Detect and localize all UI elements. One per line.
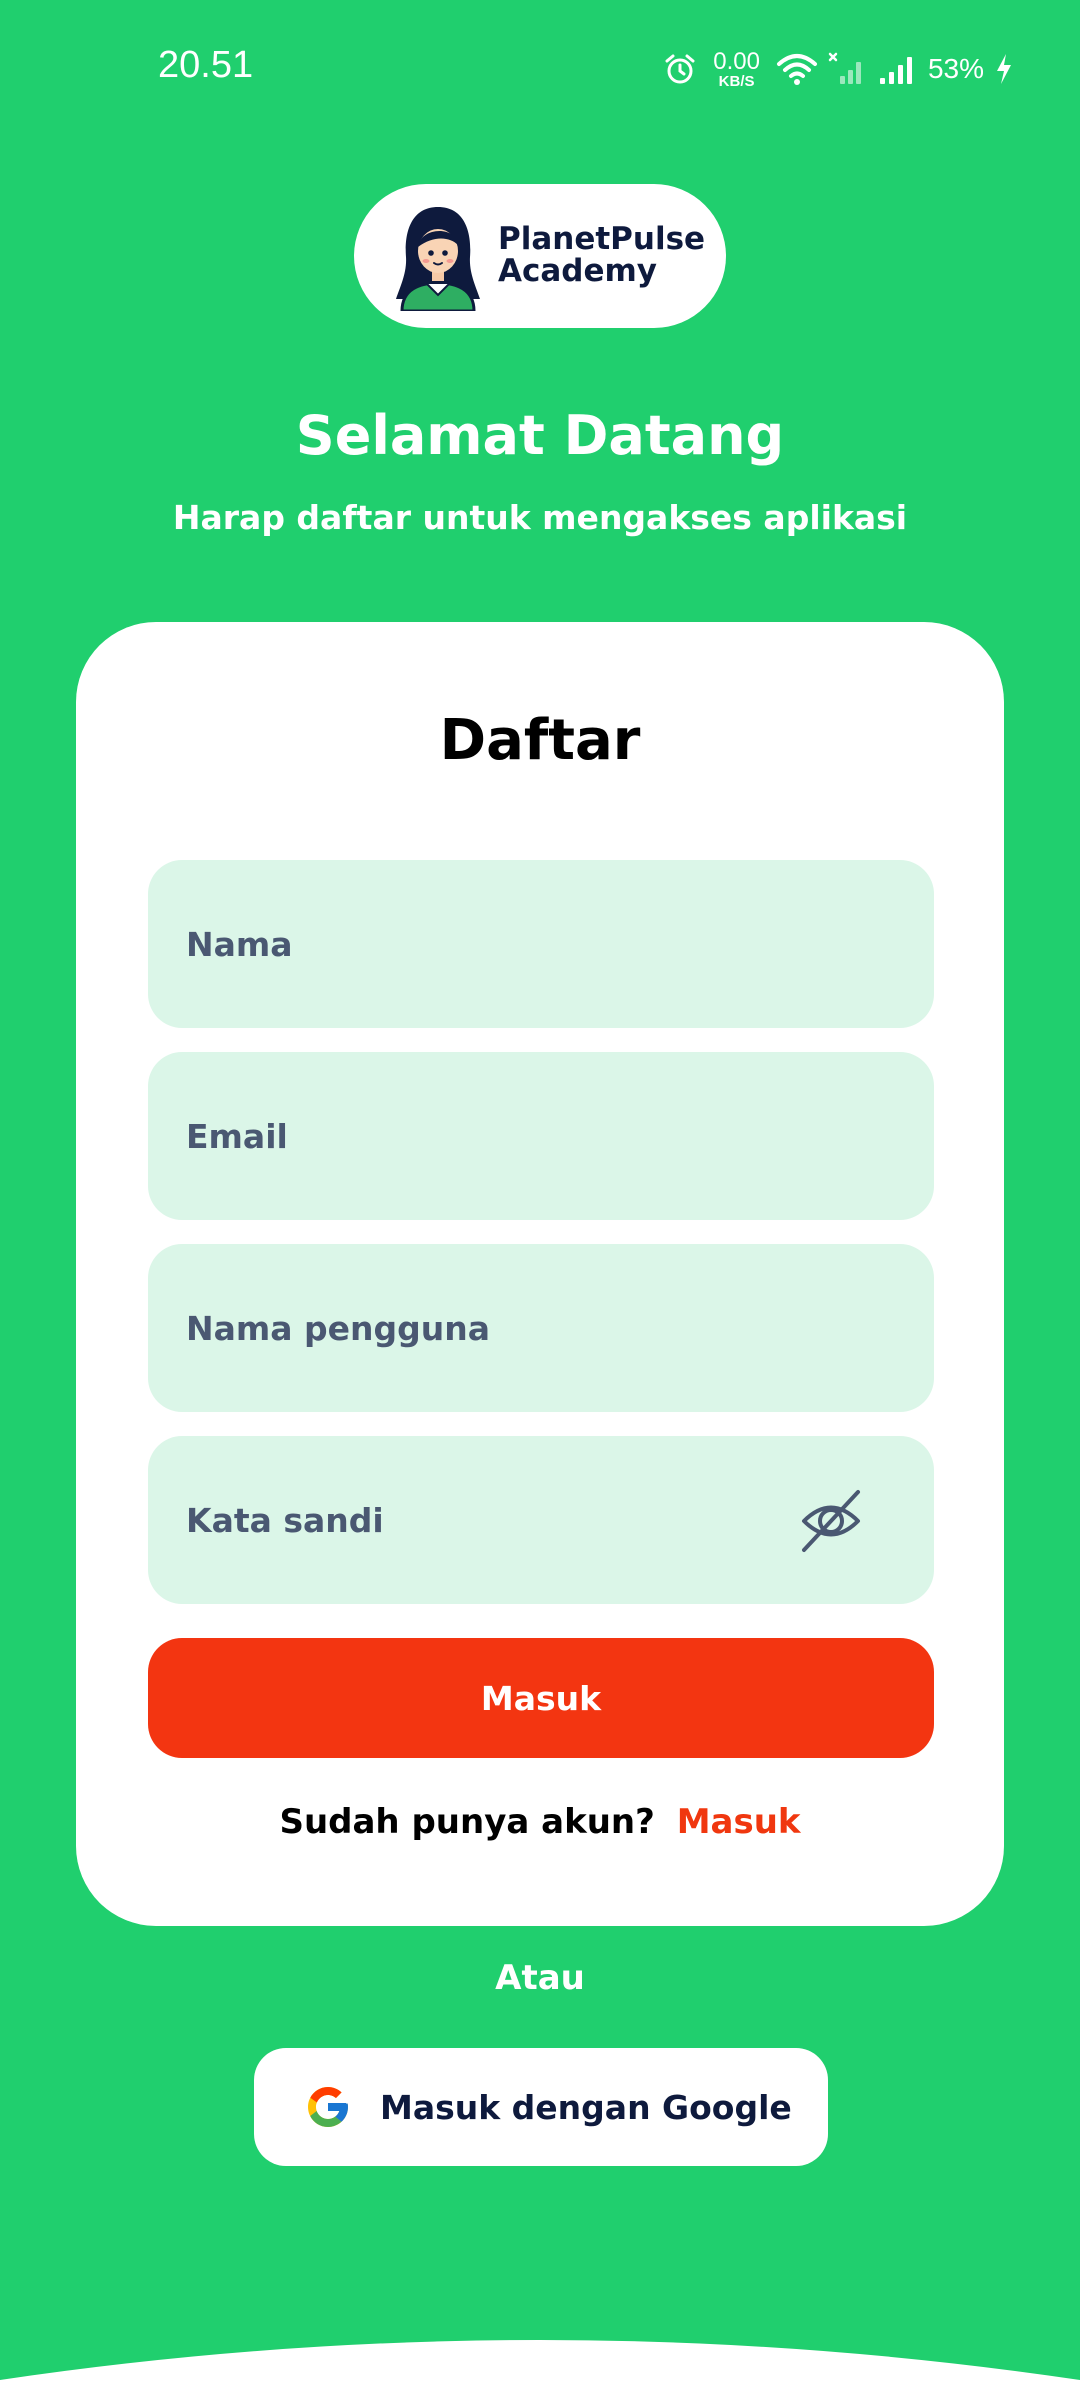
email-field[interactable] [148,1052,934,1220]
no-signal-icon [828,52,861,84]
logo-text: PlanetPulse Academy [498,224,705,287]
name-field[interactable] [148,860,934,1028]
email-input[interactable] [184,1115,788,1157]
login-prompt-text: Sudah punya akun? [279,1802,655,1842]
password-field[interactable] [148,1436,934,1604]
status-time: 20.51 [158,44,254,86]
login-link[interactable]: Masuk [677,1802,801,1842]
net-speed: 0.00 KB/S [713,47,760,90]
or-divider: Atau [495,1958,585,1998]
welcome-subtitle: Harap daftar untuk mengakses aplikasi [172,498,908,537]
avatar-icon [396,207,480,311]
battery-percent: 53% [927,53,984,84]
status-icons: 0.00 KB/S 53% [663,44,1014,94]
password-input[interactable] [184,1499,788,1541]
google-signin-button[interactable]: Masuk dengan Google [254,2048,828,2166]
logo-line-2: Academy [498,253,658,289]
username-input[interactable] [184,1307,788,1349]
alarm-icon [665,54,695,84]
wifi-icon [776,54,817,85]
charging-icon [997,54,1011,84]
welcome-title: Selamat Datang [295,404,785,467]
login-prompt: Sudah punya akun? Masuk [76,1802,1004,1842]
google-icon [308,2087,348,2127]
logo-line-1: PlanetPulse [498,221,706,258]
name-input[interactable] [184,923,788,965]
status-bar: 20.51 0.00 KB/S 53% [0,0,1080,140]
net-speed-value: 0.00 [713,47,760,75]
submit-button[interactable]: Masuk [148,1638,934,1758]
signal-icon [879,57,912,84]
card-title: Daftar [439,708,641,773]
register-card: Daftar Masuk Sudah punya akun? Masuk [76,622,1004,1926]
app-logo: PlanetPulse Academy [354,184,726,328]
eye-off-icon[interactable] [796,1486,866,1556]
net-speed-unit: KB/S [718,72,755,90]
username-field[interactable] [148,1244,934,1412]
google-signin-label: Masuk dengan Google [380,2087,792,2127]
bottom-curve-decoration [0,2340,1080,2400]
